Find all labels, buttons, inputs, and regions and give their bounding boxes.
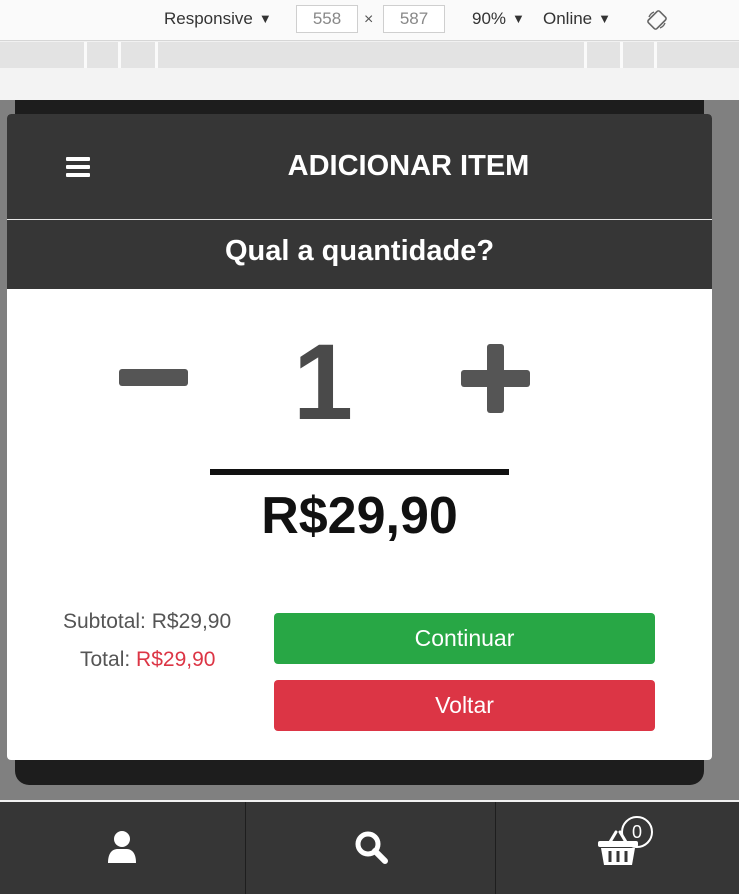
dimension-separator: ×: [364, 11, 374, 28]
rotate-icon[interactable]: [646, 9, 668, 31]
modal-title: ADICIONAR ITEM: [287, 150, 530, 182]
unit-price: R$29,90: [261, 487, 458, 545]
network-select-label: Online: [543, 9, 593, 28]
add-item-modal: ADICIONAR ITEM Qual a quantidade? 1 R$29…: [7, 114, 712, 760]
ruler-tick: [654, 42, 657, 68]
device-select-label: Responsive: [164, 9, 253, 28]
ruler-tick: [620, 42, 623, 68]
total-value: R$29,90: [136, 648, 216, 671]
nav-search[interactable]: [245, 802, 495, 894]
minus-icon: [119, 369, 188, 386]
ruler-tick: [84, 42, 87, 68]
subtotal-row: Subtotal: R$29,90: [63, 610, 231, 634]
network-caret-icon: ▼: [598, 11, 612, 26]
zoom-caret-icon: ▼: [512, 11, 525, 26]
zoom-select[interactable]: 90% ▼: [472, 9, 525, 29]
device-select[interactable]: Responsive ▼: [164, 9, 272, 29]
ruler-tick: [118, 42, 121, 68]
quantity-question: Qual a quantidade?: [224, 235, 495, 267]
modal-header: ADICIONAR ITEM: [7, 114, 712, 219]
back-button[interactable]: Voltar: [274, 680, 655, 731]
quantity-underline: [210, 469, 509, 475]
continue-button[interactable]: Continuar: [274, 613, 655, 664]
subtotal-label: Subtotal:: [63, 610, 146, 633]
ruler-tick: [155, 42, 158, 68]
device-caret-icon: ▼: [258, 11, 272, 26]
ruler-tick: [584, 42, 587, 68]
cart-count-badge: 0: [621, 816, 653, 848]
decrease-quantity-button[interactable]: [112, 336, 202, 416]
device-viewport: ADICIONAR ITEM Qual a quantidade? 1 R$29…: [0, 100, 739, 800]
subtotal-value: R$29,90: [151, 610, 232, 633]
search-icon: [355, 831, 388, 864]
plus-icon-vertical: [487, 344, 504, 413]
total-label: Total:: [80, 648, 131, 671]
width-input[interactable]: 558: [296, 5, 358, 33]
network-select[interactable]: Online ▼: [543, 9, 611, 29]
user-icon: [107, 831, 136, 863]
total-row: Total: R$29,90: [80, 648, 215, 672]
increase-quantity-button[interactable]: [454, 336, 544, 416]
quantity-value[interactable]: 1: [248, 327, 398, 437]
nav-cart[interactable]: 0: [495, 802, 739, 894]
media-query-ruler: [0, 42, 739, 68]
question-bar: Qual a quantidade?: [7, 219, 712, 289]
nav-user[interactable]: [0, 802, 243, 894]
ruler-strip: [0, 68, 739, 100]
zoom-select-label: 90%: [472, 9, 507, 28]
devtools-toolbar: Responsive ▼ 558 × 587 90% ▼ Online ▼: [0, 0, 739, 41]
bottom-navigation: 0: [0, 802, 739, 894]
height-input[interactable]: 587: [383, 5, 445, 33]
